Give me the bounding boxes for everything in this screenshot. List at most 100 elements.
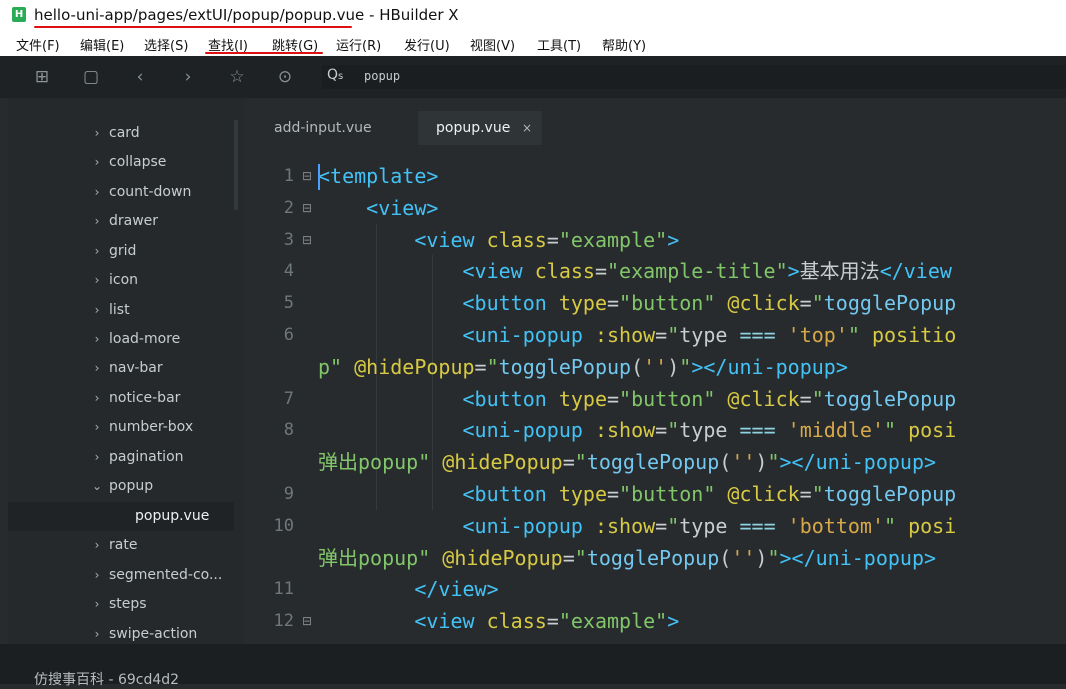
fold-toggle-icon[interactable]: ⊟ [302,224,312,256]
menu-help[interactable]: 帮助(Y) [602,35,646,54]
tree-item-swipe-action[interactable]: › swipe-action [8,620,234,644]
tree-item-nav-bar[interactable]: › nav-bar [8,354,234,383]
code-token: :show [594,323,656,347]
tree-item-segmented-control[interactable]: › segmented-co... [8,561,234,590]
tree-item-popup-vue[interactable]: popup.vue [8,502,234,531]
code-token: = [799,386,812,411]
code-token: @hidePopup [354,354,475,379]
tree-item-number-box[interactable]: › number-box [8,413,234,442]
chevron-right-icon: › [94,126,100,140]
tree-item-notice-bar[interactable]: › notice-bar [8,384,234,413]
code-token: <uni-popup [462,323,595,347]
code-token: @click [727,291,800,316]
tree-item-steps[interactable]: › steps [8,590,234,619]
fold-toggle-icon[interactable]: ⊟ [302,192,312,224]
menu-file[interactable]: 文件(F) [16,35,60,54]
fold-toggle-icon[interactable]: ⊟ [302,605,312,637]
tree-item-popup[interactable]: ⌄ popup [8,472,234,501]
code-token: " [811,386,824,411]
menu-tools[interactable]: 工具(T) [537,35,581,54]
code-token: togglePopup [586,450,720,475]
menu-select[interactable]: 选择(S) [144,35,188,54]
title-bar: H hello-uni-app/pages/extUI/popup/popup.… [0,0,1066,30]
search-input[interactable]: popup [364,69,400,83]
line-number: 8 [283,420,294,441]
save-icon[interactable]: ▢ [81,67,101,87]
chevron-right-icon: › [94,155,100,169]
tree-item-list[interactable]: › list [8,296,234,325]
code-line: 弹出popup" @hidePopup="togglePopup('')"></… [244,542,1066,574]
code-token: 弹出popup" [318,545,443,570]
menu-annotation-underline [205,52,323,54]
code-token: @click [727,482,800,506]
code-token: togglePopup [586,545,720,570]
tree-item-pagination[interactable]: › pagination [8,443,234,472]
tree-item-card[interactable]: › card [8,119,234,148]
menu-edit[interactable]: 编辑(E) [80,35,124,54]
line-number: 5 [283,293,294,314]
code-line: 3 ⊟ <view class="example"> [244,224,1066,256]
code-token: > [667,609,680,634]
run-icon[interactable]: ⊙ [275,67,295,87]
code-token: type [558,482,607,506]
code-token: "example" [558,227,668,252]
chevron-right-icon: › [94,244,100,258]
code-token: > [787,259,800,284]
tab-popup-vue[interactable]: popup.vue × [418,111,542,145]
search-box[interactable]: Qs popup [322,65,1066,89]
editor-pane: add-input.vue popup.vue × 1 ⊟ <template> 2 ⊟… [244,98,1066,644]
tree-item-collapse[interactable]: › collapse [8,148,234,177]
code-token: " [767,450,780,475]
code-token: = [546,227,559,252]
code-token: positio [871,323,957,347]
code-line: 12 ⊟ <view class="example"> [244,605,1066,637]
sidebar-scrollbar[interactable] [234,120,238,210]
back-icon[interactable]: ‹ [130,67,150,87]
star-icon[interactable]: ☆ [227,67,247,87]
code-token: = [474,354,487,379]
code-text: <view class="example"> [318,605,679,637]
tab-add-input[interactable]: add-input.vue [274,111,372,145]
code-text: <template> [318,160,438,192]
code-token: class [534,259,595,284]
code-text: p" @hidePopup="togglePopup('')"></uni-po… [318,351,848,383]
status-text: 仿搜事百科 - 69cd4d2 [34,672,180,688]
code-editor[interactable]: 1 ⊟ <template> 2 ⊟ <view> 3 ⊟ <view class="exa… [244,160,1066,644]
tree-item-count-down[interactable]: › count-down [8,178,234,207]
forward-icon[interactable]: › [178,67,198,87]
close-icon[interactable]: × [522,111,532,145]
code-text: <uni-popup :show="type === 'middle'" pos… [318,414,957,446]
code-token: <view [414,227,487,252]
tree-item-load-more[interactable]: › load-more [8,325,234,354]
window-title: hello-uni-app/pages/extUI/popup/popup.vu… [34,6,459,24]
code-token: posi [908,418,957,443]
menu-publish[interactable]: 发行(U) [404,35,450,54]
chevron-right-icon: › [94,273,100,287]
code-token: = [799,291,812,316]
code-token: @hidePopup [442,545,563,570]
fold-toggle-icon[interactable]: ⊟ [302,160,312,192]
code-token: type [558,386,607,411]
tree-item-rate[interactable]: › rate [8,531,234,560]
code-token: " [811,291,824,316]
menu-view[interactable]: 视图(V) [470,35,515,54]
menu-bar: 文件(F) 编辑(E) 选择(S) 查找(I) 跳转(G) 运行(R) 发行(U… [0,30,1066,56]
code-token: <button [462,386,559,411]
new-file-icon[interactable]: ⊞ [32,67,52,87]
tree-item-grid[interactable]: › grid [8,237,234,266]
tree-item-drawer[interactable]: › drawer [8,207,234,236]
menu-run[interactable]: 运行(R) [336,35,381,54]
code-token: ) [755,450,768,475]
tree-item-icon[interactable]: › icon [8,266,234,295]
code-line: p" @hidePopup="togglePopup('')"></uni-po… [244,351,1066,383]
tab-label: popup.vue [436,120,511,136]
code-text: <view> [318,192,438,224]
